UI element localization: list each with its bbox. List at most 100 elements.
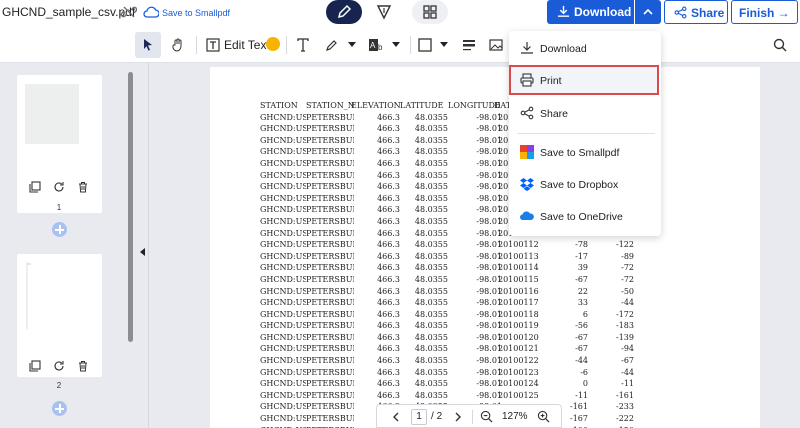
table-cell: 48.0355 <box>414 147 448 157</box>
rotate-icon[interactable] <box>53 181 65 193</box>
table-cell: -78 <box>575 240 588 250</box>
table-cell: 48.0355 <box>414 344 448 354</box>
table-cell: 20100115 <box>498 274 539 284</box>
table-cell: -98.01 <box>476 147 502 157</box>
share-button[interactable]: Share <box>664 0 728 24</box>
trash-icon[interactable] <box>77 181 89 193</box>
table-cell: 20100117 <box>498 298 539 308</box>
table-cell: 20100112 <box>498 240 539 250</box>
edit-mode-button[interactable] <box>326 0 362 24</box>
image-tool[interactable] <box>485 32 507 58</box>
table-cell: 20100122 <box>498 356 539 366</box>
viewer-scrollbar[interactable] <box>789 63 797 428</box>
thumbnail-scrollbar[interactable] <box>128 72 133 342</box>
download-options-menu: Download Print Share Save to Smallpdf Sa… <box>509 31 661 236</box>
toolbar-divider <box>286 36 287 54</box>
duplicate-icon[interactable] <box>29 360 41 372</box>
chevron-right-icon[interactable] <box>453 412 463 422</box>
table-cell: -67 <box>621 356 634 366</box>
sign-mode-button[interactable] <box>366 0 402 24</box>
page-number-label: 2 <box>56 381 62 390</box>
text-highlight-icon: A b <box>369 39 383 52</box>
table-cell: PETERSBURC <box>306 379 354 389</box>
hand-tool[interactable] <box>165 32 191 58</box>
lines-icon <box>463 40 475 51</box>
table-cell: 48.0355 <box>414 205 448 215</box>
toolbar-divider <box>410 36 411 54</box>
table-cell: 466.3 <box>377 170 400 180</box>
add-page-button[interactable] <box>52 222 67 237</box>
menu-item-save-to-dropbox[interactable]: Save to Dropbox <box>509 169 661 199</box>
table-cell: 466.3 <box>377 356 400 366</box>
cloud-icon[interactable] <box>143 5 159 19</box>
zoom-level[interactable]: 127% <box>502 411 528 422</box>
select-tool[interactable] <box>135 32 161 58</box>
table-cell: PETERSBURC <box>306 147 354 157</box>
search-button[interactable] <box>767 32 793 58</box>
highlight-tool[interactable]: A b <box>366 32 406 58</box>
menu-item-label: Save to Dropbox <box>540 179 619 191</box>
table-header-cell: ELEVATION <box>351 101 401 110</box>
save-to-smallpdf-link[interactable]: Save to Smallpdf <box>162 8 230 18</box>
table-cell: 48.0355 <box>414 390 448 400</box>
table-cell: 48.0355 <box>414 170 448 180</box>
table-cell: -98.01 <box>476 124 502 134</box>
organize-mode-button[interactable] <box>412 0 448 24</box>
table-cell: GHCND:USC <box>260 158 306 168</box>
page-thumbnail-1[interactable] <box>17 75 102 213</box>
table-cell: 20100120 <box>498 332 539 342</box>
duplicate-icon[interactable] <box>29 181 41 193</box>
menu-item-download[interactable]: Download <box>509 33 661 63</box>
download-icon <box>557 5 570 17</box>
finish-button[interactable]: Finish → <box>731 0 798 24</box>
page-thumbnail-2[interactable] <box>17 254 102 377</box>
menu-item-print[interactable]: Print <box>509 65 659 95</box>
table-cell: -98.01 <box>476 356 502 366</box>
table-cell: GHCND:USC <box>260 205 306 215</box>
menu-item-save-to-smallpdf[interactable]: Save to Smallpdf <box>509 137 661 167</box>
download-button[interactable]: Download <box>547 0 634 24</box>
chevron-left-icon <box>140 248 145 256</box>
line-weight-tool[interactable] <box>457 32 481 58</box>
table-cell: PETERSBURC <box>306 228 354 238</box>
draw-tool[interactable] <box>320 32 364 58</box>
zoom-in-icon[interactable] <box>537 410 550 423</box>
shape-tool[interactable] <box>414 32 454 58</box>
table-cell: 466.3 <box>377 147 400 157</box>
top-bar: GHCND_sample_csv.pdf Save to Smallpdf Do… <box>0 0 800 27</box>
table-cell: 48.0355 <box>414 321 448 331</box>
current-page-input[interactable]: 1 <box>411 409 427 425</box>
chevron-left-icon[interactable] <box>391 412 401 422</box>
table-cell: GHCND:USC <box>260 402 306 412</box>
table-cell: 466.3 <box>377 367 400 377</box>
table-cell: 48.0355 <box>414 228 448 238</box>
table-header-cell: STATION <box>260 101 298 110</box>
add-page-button[interactable] <box>52 401 67 416</box>
file-name[interactable]: GHCND_sample_csv.pdf <box>2 5 135 19</box>
table-cell: -183 <box>616 321 634 331</box>
table-cell: 48.0355 <box>414 286 448 296</box>
table-cell: GHCND:USC <box>260 367 306 377</box>
trash-icon[interactable] <box>77 360 89 372</box>
menu-item-share[interactable]: Share <box>509 98 661 128</box>
zoom-out-icon[interactable] <box>480 410 493 423</box>
table-cell: PETERSBURC <box>306 240 354 250</box>
add-text-tool[interactable] <box>291 32 315 58</box>
table-cell: PETERSBURC <box>306 170 354 180</box>
table-cell: 20100114 <box>498 263 539 273</box>
download-options-toggle[interactable] <box>635 0 661 24</box>
table-cell: GHCND:USC <box>260 182 306 192</box>
edit-text-tool[interactable]: Edit Text <box>202 32 282 58</box>
collapse-panel-toggle[interactable] <box>137 63 149 428</box>
table-cell: GHCND:USC <box>260 321 306 331</box>
onedrive-icon <box>520 211 534 221</box>
rotate-icon[interactable] <box>53 360 65 372</box>
table-cell: PETERSBURC <box>306 193 354 203</box>
table-cell: -98.01 <box>476 367 502 377</box>
page-preview <box>25 84 79 144</box>
edit-text-label: Edit Text <box>224 38 270 52</box>
menu-item-save-to-onedrive[interactable]: Save to OneDrive <box>509 201 661 231</box>
table-cell: -172 <box>616 309 634 319</box>
chevron-up-icon <box>643 8 653 15</box>
unlink-icon[interactable] <box>121 4 137 20</box>
